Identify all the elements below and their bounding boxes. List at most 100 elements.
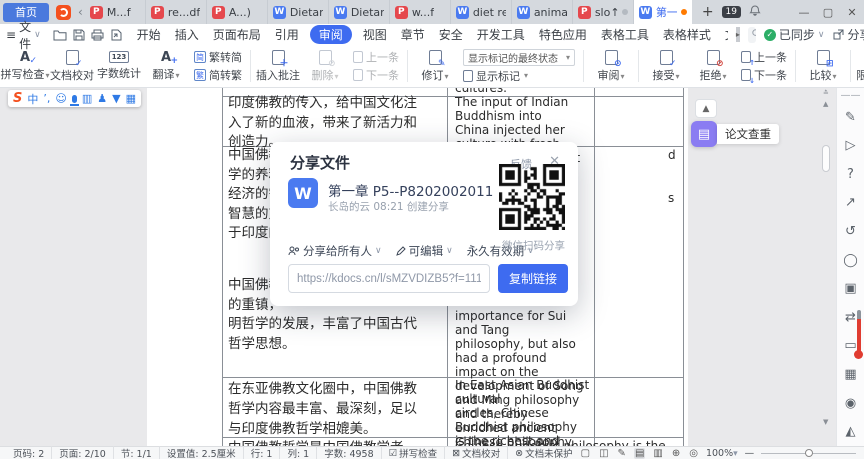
menu-item-section[interactable]: 章节	[398, 25, 428, 44]
tab-document-2[interactable]: Pre...df	[146, 0, 207, 24]
gallery-icon[interactable]: ▣	[837, 274, 864, 303]
zoom-out-button[interactable]: —	[745, 448, 755, 459]
next-comment-button[interactable]: 下一条	[353, 67, 399, 83]
spellcheck-button[interactable]: A✓拼写检查▾	[2, 49, 48, 84]
ime-keyboard-icon[interactable]: ▥	[82, 92, 92, 105]
ime-toolbox-icon[interactable]: ▦	[126, 92, 136, 105]
menu-item-special-apps[interactable]: 特色应用	[536, 25, 590, 44]
history-icon[interactable]: ↺	[837, 217, 864, 246]
web-view-icon[interactable]: ⊕	[671, 448, 681, 459]
menu-item-page-layout[interactable]: 页面布局	[210, 25, 264, 44]
share-link-input[interactable]	[288, 264, 490, 293]
collapse-panel-button[interactable]: ▲	[695, 99, 717, 118]
ime-skin-icon[interactable]: ▼	[112, 92, 120, 105]
scrollbar-thumb[interactable]	[822, 145, 830, 172]
ime-punctuation-icon[interactable]: ’,	[43, 92, 50, 105]
word-count[interactable]: 字数: 4958	[317, 446, 381, 459]
vertical-scrollbar[interactable]: ≛ ▲ ▼	[822, 88, 831, 446]
write-mode-icon[interactable]: ✎	[617, 448, 627, 459]
show-markup-button[interactable]: 显示标记▾	[463, 68, 575, 84]
panel-drag-handle[interactable]: ——	[841, 90, 861, 103]
help-icon[interactable]: ?	[837, 160, 864, 189]
sogou-logo-icon[interactable]: S	[13, 91, 22, 106]
ime-language-icon[interactable]: 中	[27, 91, 38, 107]
tab-document-1[interactable]: PM...f	[85, 0, 146, 24]
reject-change-button[interactable]: ⊘拒绝▾	[690, 48, 736, 85]
traditional-to-simplified-button[interactable]: 简繁转简	[194, 49, 242, 65]
scroll-up-icon[interactable]: ▲	[823, 100, 828, 108]
menu-item-dev-tools[interactable]: 开发工具	[474, 25, 528, 44]
translate-button[interactable]: A+翻译▾	[143, 49, 189, 84]
ime-mic-icon[interactable]	[72, 95, 77, 103]
previous-comment-button[interactable]: 上一条	[353, 49, 399, 65]
image-icon[interactable]: ▦	[837, 360, 864, 389]
previous-change-button[interactable]: ↑上一条	[741, 49, 787, 65]
menu-item-insert[interactable]: 插入	[172, 25, 202, 44]
scroll-top-icon[interactable]: ≛	[823, 89, 829, 97]
download-icon[interactable]: ◉	[837, 389, 864, 418]
tab-document-3[interactable]: PA...)	[207, 0, 268, 24]
docer-app-icon[interactable]	[56, 5, 71, 20]
protection-status[interactable]: ⊗文档未保护	[508, 446, 579, 459]
file-menu[interactable]: ≡ 文件 ∨	[6, 18, 41, 52]
menu-item-table-style[interactable]: 表格样式	[660, 25, 714, 44]
menu-item-references[interactable]: 引用	[272, 25, 302, 44]
cursor-icon[interactable]: ▷	[837, 132, 864, 161]
insert-comment-button[interactable]: ＋插入批注	[255, 48, 301, 85]
open-folder-icon[interactable]	[53, 29, 67, 41]
restore-button[interactable]: ▢	[816, 6, 840, 19]
page-view-icon[interactable]: ▤	[634, 448, 645, 459]
share-scope-dropdown[interactable]: 分享给所有人∨	[288, 243, 382, 259]
menu-item-view[interactable]: 视图	[360, 25, 390, 44]
tab-count-badge[interactable]: 19	[722, 6, 741, 18]
eye-protect-icon[interactable]: ◎	[688, 448, 699, 459]
menu-scroll-right-icon[interactable]: ▸	[736, 27, 740, 42]
paper-check-icon[interactable]: ▤	[691, 121, 717, 147]
pen-icon[interactable]: ✎	[837, 103, 864, 132]
menu-item-document[interactable]: 文档	[722, 25, 728, 44]
proofread-button[interactable]: ✓文档校对	[49, 48, 95, 85]
permission-dropdown[interactable]: 可编辑∨	[396, 243, 453, 259]
delete-comment-button[interactable]: ⊘删除▾	[302, 48, 348, 85]
scroll-down-icon[interactable]: ▼	[823, 418, 828, 426]
proofread-status[interactable]: ⊠文档校对	[445, 446, 508, 459]
ime-account-icon[interactable]: ♟	[97, 92, 107, 105]
compare-button[interactable]: ⊞比较▾	[800, 48, 846, 85]
share-button[interactable]: 分享	[833, 26, 864, 43]
next-change-button[interactable]: ↓下一条	[741, 67, 787, 83]
tab-document-7[interactable]: Wdiet re	[451, 0, 512, 24]
new-tab-button[interactable]: +	[702, 4, 714, 20]
share-icon[interactable]: ↗	[837, 189, 864, 218]
ime-emoji-icon[interactable]: ☺	[55, 92, 66, 105]
simplified-to-traditional-button[interactable]: 繁简转繁	[194, 67, 242, 83]
document-canvas[interactable]: cultures. 印度佛教的传入，给中国文化注 入了新的血液，带来了新活力和 …	[0, 88, 864, 446]
restrict-editing-button[interactable]: ●限制编辑	[855, 48, 864, 85]
sync-status[interactable]: ✓已同步∨	[764, 26, 825, 43]
outline-view-icon[interactable]: ▥	[652, 448, 663, 459]
tab-document-active[interactable]: W第一章	[634, 0, 692, 24]
menu-item-review[interactable]: 审阅	[310, 25, 352, 44]
track-changes-button[interactable]: ✎修订▾	[412, 48, 458, 85]
tab-document-6[interactable]: Pw...f	[390, 0, 451, 24]
save-icon[interactable]	[73, 29, 85, 41]
copy-link-button[interactable]: 复制链接	[498, 264, 568, 293]
tab-scroll-left-icon[interactable]: ‹	[78, 5, 83, 19]
tab-document-9[interactable]: Pslo↑	[573, 0, 634, 24]
spellcheck-status[interactable]: ☑拼写检查	[382, 446, 446, 459]
wordcount-button[interactable]: 123字数统计	[96, 49, 142, 83]
tab-document-8[interactable]: Wanimal	[512, 0, 573, 24]
tab-document-5[interactable]: WDietar	[329, 0, 390, 24]
ime-toolbar[interactable]: S 中 ’, ☺ ▥ ♟ ▼ ▦	[8, 90, 141, 107]
command-search-box[interactable]: 查找命令、搜...	[748, 27, 756, 43]
notification-bell-icon[interactable]	[749, 5, 761, 20]
menu-item-table-tools[interactable]: 表格工具	[598, 25, 652, 44]
zoom-slider-knob[interactable]	[805, 449, 813, 457]
zoom-slider[interactable]	[761, 453, 856, 454]
pyramid-icon[interactable]: ◭	[837, 417, 864, 446]
shapes-icon[interactable]: ◯	[837, 246, 864, 275]
print-icon[interactable]	[91, 29, 104, 41]
review-pane-button[interactable]: ⊙审阅▾	[588, 48, 634, 85]
paper-check-button[interactable]: 论文查重	[717, 124, 779, 144]
tab-document-4[interactable]: WDietar	[268, 0, 329, 24]
menu-item-security[interactable]: 安全	[436, 25, 466, 44]
